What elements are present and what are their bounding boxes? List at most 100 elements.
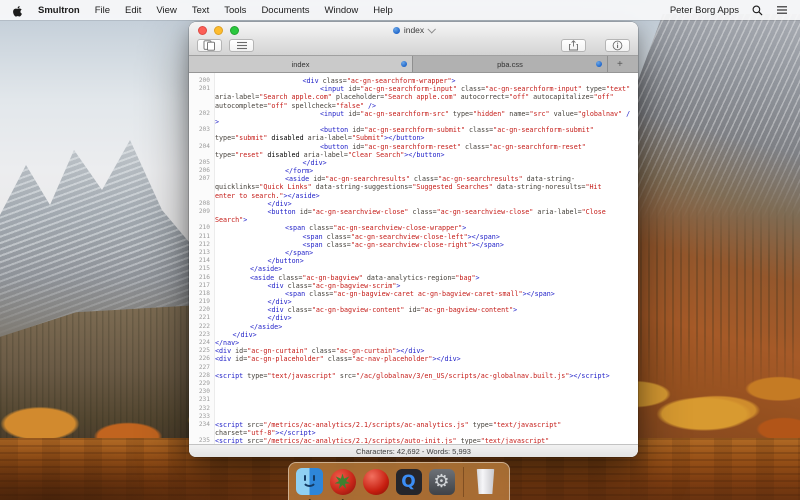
code-text: Search">	[214, 216, 247, 224]
menu-account-label[interactable]: Peter Borg Apps	[670, 5, 739, 16]
quicktime-icon: Q	[396, 469, 422, 495]
line-number: 224	[189, 339, 214, 347]
code-row: 213 </span>	[189, 249, 638, 257]
code-row: 224</nav>	[189, 339, 638, 347]
code-row: 233	[189, 413, 638, 421]
code-row: 214 </button>	[189, 257, 638, 265]
apple-menu[interactable]	[12, 4, 23, 17]
line-number: 223	[189, 331, 214, 339]
share-button[interactable]	[561, 39, 586, 52]
code-text: </div>	[214, 314, 292, 322]
code-text: <div id="ac-gn-placeholder" class="ac-na…	[214, 355, 461, 363]
line-number: 234	[189, 421, 214, 429]
dock-item-red-ball[interactable]	[362, 468, 389, 495]
code-rows: 200 <div class="ac-gn-searchform-wrapper…	[189, 73, 638, 444]
red-ball-icon	[363, 469, 389, 495]
dock-item-system-preferences[interactable]: ⚙	[428, 468, 455, 495]
code-text: type="reset" disabled aria-label="Clear …	[214, 151, 445, 159]
code-text: enter to search."></aside>	[214, 192, 320, 200]
line-number: 220	[189, 306, 214, 314]
menu-item-help[interactable]: Help	[373, 5, 393, 16]
code-text: <button id="ac-gn-searchform-submit" cla…	[214, 126, 594, 134]
tab-pba-css[interactable]: pba.css	[413, 56, 608, 72]
dock-item-quicktime[interactable]: Q	[395, 468, 422, 495]
line-number: 212	[189, 241, 214, 249]
code-row: 208 </div>	[189, 200, 638, 208]
code-row: 203 <button id="ac-gn-searchform-submit"…	[189, 126, 638, 134]
dock-item-trash[interactable]	[472, 468, 499, 495]
tab-document-icon	[596, 61, 602, 67]
code-row: 205 </div>	[189, 159, 638, 167]
code-row: charset="utf-8"></script>	[189, 429, 638, 437]
trash-icon	[476, 469, 495, 494]
smultron-icon	[330, 469, 356, 495]
menu-item-view[interactable]: View	[156, 5, 176, 16]
new-document-button[interactable]	[197, 39, 222, 52]
code-text: <aside id="ac-gn-searchresults" class="a…	[214, 175, 575, 183]
tab-label: pba.css	[497, 60, 523, 69]
menu-item-file[interactable]: File	[95, 5, 110, 16]
line-number: 221	[189, 314, 214, 322]
code-row: 207 <aside id="ac-gn-searchresults" clas…	[189, 175, 638, 183]
code-text: </div>	[214, 200, 292, 208]
line-number: 211	[189, 233, 214, 241]
menu-item-smultron[interactable]: Smultron	[38, 5, 80, 16]
menu-item-tools[interactable]: Tools	[224, 5, 246, 16]
dock-item-smultron[interactable]	[329, 468, 356, 495]
line-number: 225	[189, 347, 214, 355]
spotlight-search-icon[interactable]	[752, 5, 763, 16]
code-row: 228<script type="text/javascript" src="/…	[189, 372, 638, 380]
code-row: 221 </div>	[189, 314, 638, 322]
title-bar[interactable]: index	[189, 22, 638, 36]
line-number: 228	[189, 372, 214, 380]
info-button[interactable]	[605, 39, 630, 52]
documents-list-icon	[236, 41, 248, 50]
code-row: 235<script src="/metrics/ac-analytics/2.…	[189, 437, 638, 444]
code-text: </form>	[214, 167, 313, 175]
line-number: 229	[189, 380, 214, 388]
code-row: 206 </form>	[189, 167, 638, 175]
menu-item-window[interactable]: Window	[325, 5, 359, 16]
title-chevron-icon[interactable]	[428, 25, 436, 33]
window-chrome: index	[189, 22, 638, 55]
code-text: type="submit" disabled aria-label="Submi…	[214, 134, 424, 142]
code-text: <span class="ac-gn-searchview-close-wrap…	[214, 224, 466, 232]
menu-item-edit[interactable]: Edit	[125, 5, 141, 16]
code-text: <span class="ac-gn-searchview-close-left…	[214, 233, 500, 241]
code-text	[214, 364, 215, 372]
tab-index[interactable]: index	[189, 56, 413, 72]
code-text: <div class="ac-gn-bagview-scrim">	[214, 282, 400, 290]
document-proxy-icon[interactable]	[393, 27, 400, 34]
code-row: 225<div id="ac-gn-curtain" class="ac-gn-…	[189, 347, 638, 355]
code-text: quicklinks="Quick Links" data-string-sug…	[214, 183, 602, 191]
new-tab-button[interactable]: +	[608, 56, 638, 72]
line-number	[189, 118, 214, 126]
code-row: aria-label="Search apple.com" placeholde…	[189, 93, 638, 101]
code-text: </aside>	[214, 265, 282, 273]
code-row: 222 </aside>	[189, 323, 638, 331]
code-text	[214, 413, 215, 421]
line-number: 213	[189, 249, 214, 257]
code-row: 210 <span class="ac-gn-searchview-close-…	[189, 224, 638, 232]
line-number: 226	[189, 355, 214, 363]
share-icon	[568, 40, 579, 51]
documents-list-button[interactable]	[229, 39, 254, 52]
code-row: 216 <aside class="ac-gn-bagview" data-an…	[189, 274, 638, 282]
line-number	[189, 102, 214, 110]
menu-item-documents[interactable]: Documents	[261, 5, 309, 16]
code-text	[214, 396, 215, 404]
code-editor[interactable]: 200 <div class="ac-gn-searchform-wrapper…	[189, 73, 638, 444]
dock-item-finder[interactable]	[296, 468, 323, 495]
menu-item-text[interactable]: Text	[192, 5, 209, 16]
code-text: </nav>	[214, 339, 239, 347]
code-row: quicklinks="Quick Links" data-string-sug…	[189, 183, 638, 191]
code-row: 218 <span class="ac-gn-bagview-caret ac-…	[189, 290, 638, 298]
code-text: <script src="/metrics/ac-analytics/2.1/s…	[214, 421, 561, 429]
menu-list-icon[interactable]	[776, 5, 788, 15]
line-number: 232	[189, 405, 214, 413]
line-number	[189, 192, 214, 200]
tab-bar: index pba.css +	[189, 55, 638, 73]
code-row: 220 <div class="ac-gn-bagview-content" i…	[189, 306, 638, 314]
code-row: 211 <span class="ac-gn-searchview-close-…	[189, 233, 638, 241]
dock-separator	[463, 467, 464, 497]
